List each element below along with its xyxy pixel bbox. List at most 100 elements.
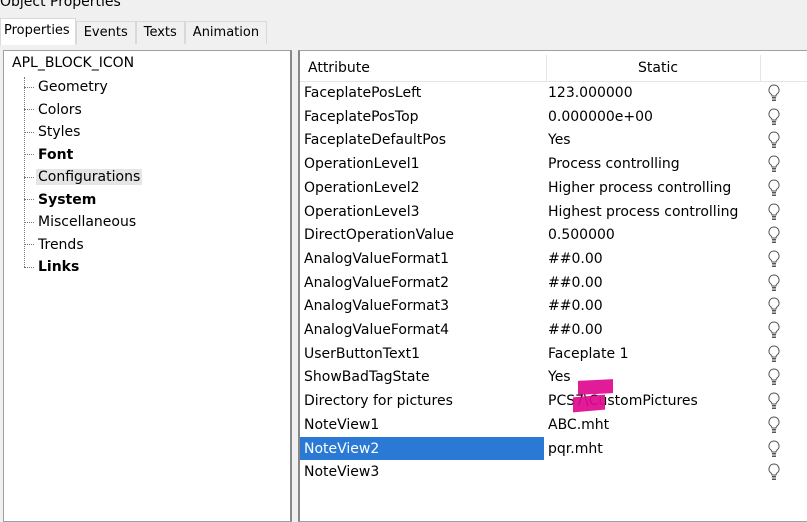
attribute-value[interactable]: 123.000000 <box>548 81 633 105</box>
table-row[interactable]: NoteView2 pqr.mht <box>300 436 807 461</box>
attribute-name[interactable]: AnalogValueFormat1 <box>304 247 544 270</box>
table-row[interactable]: OperationLevel2 Higher process controllin… <box>300 176 807 200</box>
attribute-value[interactable]: Higher process controlling <box>548 176 731 200</box>
attribute-value[interactable]: 0.500000 <box>548 223 615 247</box>
tab-animation[interactable]: Animation <box>184 21 268 44</box>
tree-root[interactable]: APL_BLOCK_ICON <box>12 55 134 71</box>
lightbulb-icon[interactable] <box>768 274 780 292</box>
table-row[interactable]: AnalogValueFormat1 ##0.00 <box>300 247 807 271</box>
attribute-value[interactable]: Yes <box>548 365 571 389</box>
tree-item-font[interactable]: Font <box>24 144 75 166</box>
table-row[interactable]: NoteView3 <box>300 460 807 484</box>
lightbulb-icon[interactable] <box>768 202 780 221</box>
lightbulb-icon[interactable] <box>768 84 780 102</box>
attribute-value[interactable]: Faceplate 1 <box>548 342 628 366</box>
table-row[interactable]: AnalogValueFormat3 ##0.00 <box>300 294 807 318</box>
attribute-value[interactable]: ABC.mht <box>548 413 609 437</box>
attribute-name[interactable]: Directory for pictures <box>304 389 544 412</box>
attribute-name[interactable]: FaceplatePosLeft <box>304 81 544 104</box>
table-row[interactable]: FaceplateDefaultPos Yes <box>300 128 807 152</box>
lightbulb-icon[interactable] <box>768 416 780 434</box>
attribute-table: Attribute Static FaceplatePosLeft 123.000… <box>298 50 807 522</box>
attribute-value[interactable]: PCS7\CustomPictures <box>548 389 698 413</box>
lightbulb-icon[interactable] <box>768 297 780 315</box>
tree-item-colors[interactable]: Colors <box>24 99 84 121</box>
tree-item-configurations[interactable]: Configurations <box>24 166 143 188</box>
attribute-name[interactable]: AnalogValueFormat4 <box>304 318 544 341</box>
table-row[interactable]: OperationLevel1 Process controlling <box>300 152 807 176</box>
attribute-name[interactable]: UserButtonText1 <box>304 342 544 365</box>
attribute-name[interactable]: DirectOperationValue <box>304 223 544 246</box>
column-divider[interactable] <box>546 55 547 81</box>
attribute-name[interactable]: OperationLevel1 <box>304 152 544 175</box>
lightbulb-icon[interactable] <box>768 345 780 363</box>
attribute-value[interactable]: ##0.00 <box>548 294 603 318</box>
table-row[interactable]: NoteView1 ABC.mht <box>300 413 807 437</box>
category-tree: APL_BLOCK_ICON Geometry Colors Styles Font C… <box>3 50 292 522</box>
table-row[interactable]: AnalogValueFormat4 ##0.00 <box>300 318 807 342</box>
table-row[interactable]: Directory for pictures PCS7\CustomPicture… <box>300 389 807 413</box>
lightbulb-icon[interactable] <box>768 226 780 244</box>
tab-events[interactable]: Events <box>75 21 136 44</box>
lightbulb-icon[interactable] <box>768 368 780 386</box>
table-row[interactable]: OperationLevel3 Highest process controlli… <box>300 200 807 224</box>
header-static[interactable]: Static <box>638 55 678 81</box>
table-header: Attribute Static <box>300 55 807 82</box>
attribute-value[interactable]: 0.000000e+00 <box>548 105 653 129</box>
tree-item-system[interactable]: System <box>24 189 98 211</box>
tree-item-label: Configurations <box>36 169 143 185</box>
lightbulb-icon[interactable] <box>768 392 780 410</box>
column-divider[interactable] <box>760 55 761 81</box>
attribute-value[interactable]: ##0.00 <box>548 318 603 342</box>
attribute-name[interactable]: FaceplateDefaultPos <box>304 128 544 151</box>
attribute-value[interactable]: ##0.00 <box>548 247 603 271</box>
attribute-name[interactable]: AnalogValueFormat3 <box>304 294 544 317</box>
table-row[interactable]: FaceplatePosTop 0.000000e+00 <box>300 105 807 129</box>
attribute-name[interactable]: ShowBadTagState <box>304 365 544 388</box>
tab-bar: Properties Events Texts Animation <box>0 18 268 45</box>
attribute-name[interactable]: NoteView2 <box>300 436 544 460</box>
tree-connector <box>24 266 34 268</box>
tree-item-label: Miscellaneous <box>38 214 137 230</box>
tree-item-geometry[interactable]: Geometry <box>24 76 110 98</box>
attribute-name[interactable]: OperationLevel2 <box>304 176 544 199</box>
tree-item-label: Trends <box>38 236 84 253</box>
tree-connector <box>24 221 34 223</box>
tree-item-styles[interactable]: Styles <box>24 121 82 143</box>
attribute-name[interactable]: NoteView1 <box>304 413 544 436</box>
lightbulb-icon[interactable] <box>768 250 780 268</box>
tree-item-label: Styles <box>38 124 81 140</box>
lightbulb-icon[interactable] <box>768 463 780 481</box>
lightbulb-icon[interactable] <box>768 179 780 197</box>
attribute-name[interactable]: AnalogValueFormat2 <box>304 271 544 294</box>
attribute-name[interactable]: OperationLevel3 <box>304 200 544 223</box>
table-row[interactable]: AnalogValueFormat2 ##0.00 <box>300 271 807 295</box>
tab-texts[interactable]: Texts <box>135 21 185 44</box>
header-attribute[interactable]: Attribute <box>308 55 370 81</box>
table-row[interactable]: DirectOperationValue 0.500000 <box>300 223 807 247</box>
attribute-value[interactable]: Process controlling <box>548 152 680 176</box>
attribute-name[interactable]: FaceplatePosTop <box>304 105 544 128</box>
lightbulb-icon[interactable] <box>768 321 780 339</box>
attribute-value[interactable]: Yes <box>548 128 571 152</box>
lightbulb-icon[interactable] <box>768 439 780 458</box>
tree-item-trends[interactable]: Trends <box>24 234 86 256</box>
attribute-name[interactable]: NoteView3 <box>304 460 544 483</box>
attribute-value[interactable]: ##0.00 <box>548 271 603 295</box>
table-row[interactable]: ShowBadTagState Yes <box>300 365 807 389</box>
tree-item-label: Geometry <box>38 79 108 95</box>
tab-properties[interactable]: Properties <box>0 18 76 45</box>
tree-item-miscellaneous[interactable]: Miscellaneous <box>24 211 138 233</box>
tree-item-label: System <box>38 191 97 208</box>
table-row[interactable]: FaceplatePosLeft 123.000000 <box>300 81 807 105</box>
attribute-value[interactable]: pqr.mht <box>548 437 603 461</box>
lightbulb-icon[interactable] <box>768 131 780 149</box>
tree-connector <box>24 109 34 110</box>
table-row[interactable]: UserButtonText1 Faceplate 1 <box>300 342 807 366</box>
lightbulb-icon[interactable] <box>768 155 780 173</box>
attribute-value[interactable]: Highest process controlling <box>548 200 738 224</box>
tree-connector <box>24 176 34 178</box>
tree-item-links[interactable]: Links <box>24 256 81 278</box>
lightbulb-icon[interactable] <box>768 108 780 126</box>
annotation-mark <box>578 379 613 395</box>
